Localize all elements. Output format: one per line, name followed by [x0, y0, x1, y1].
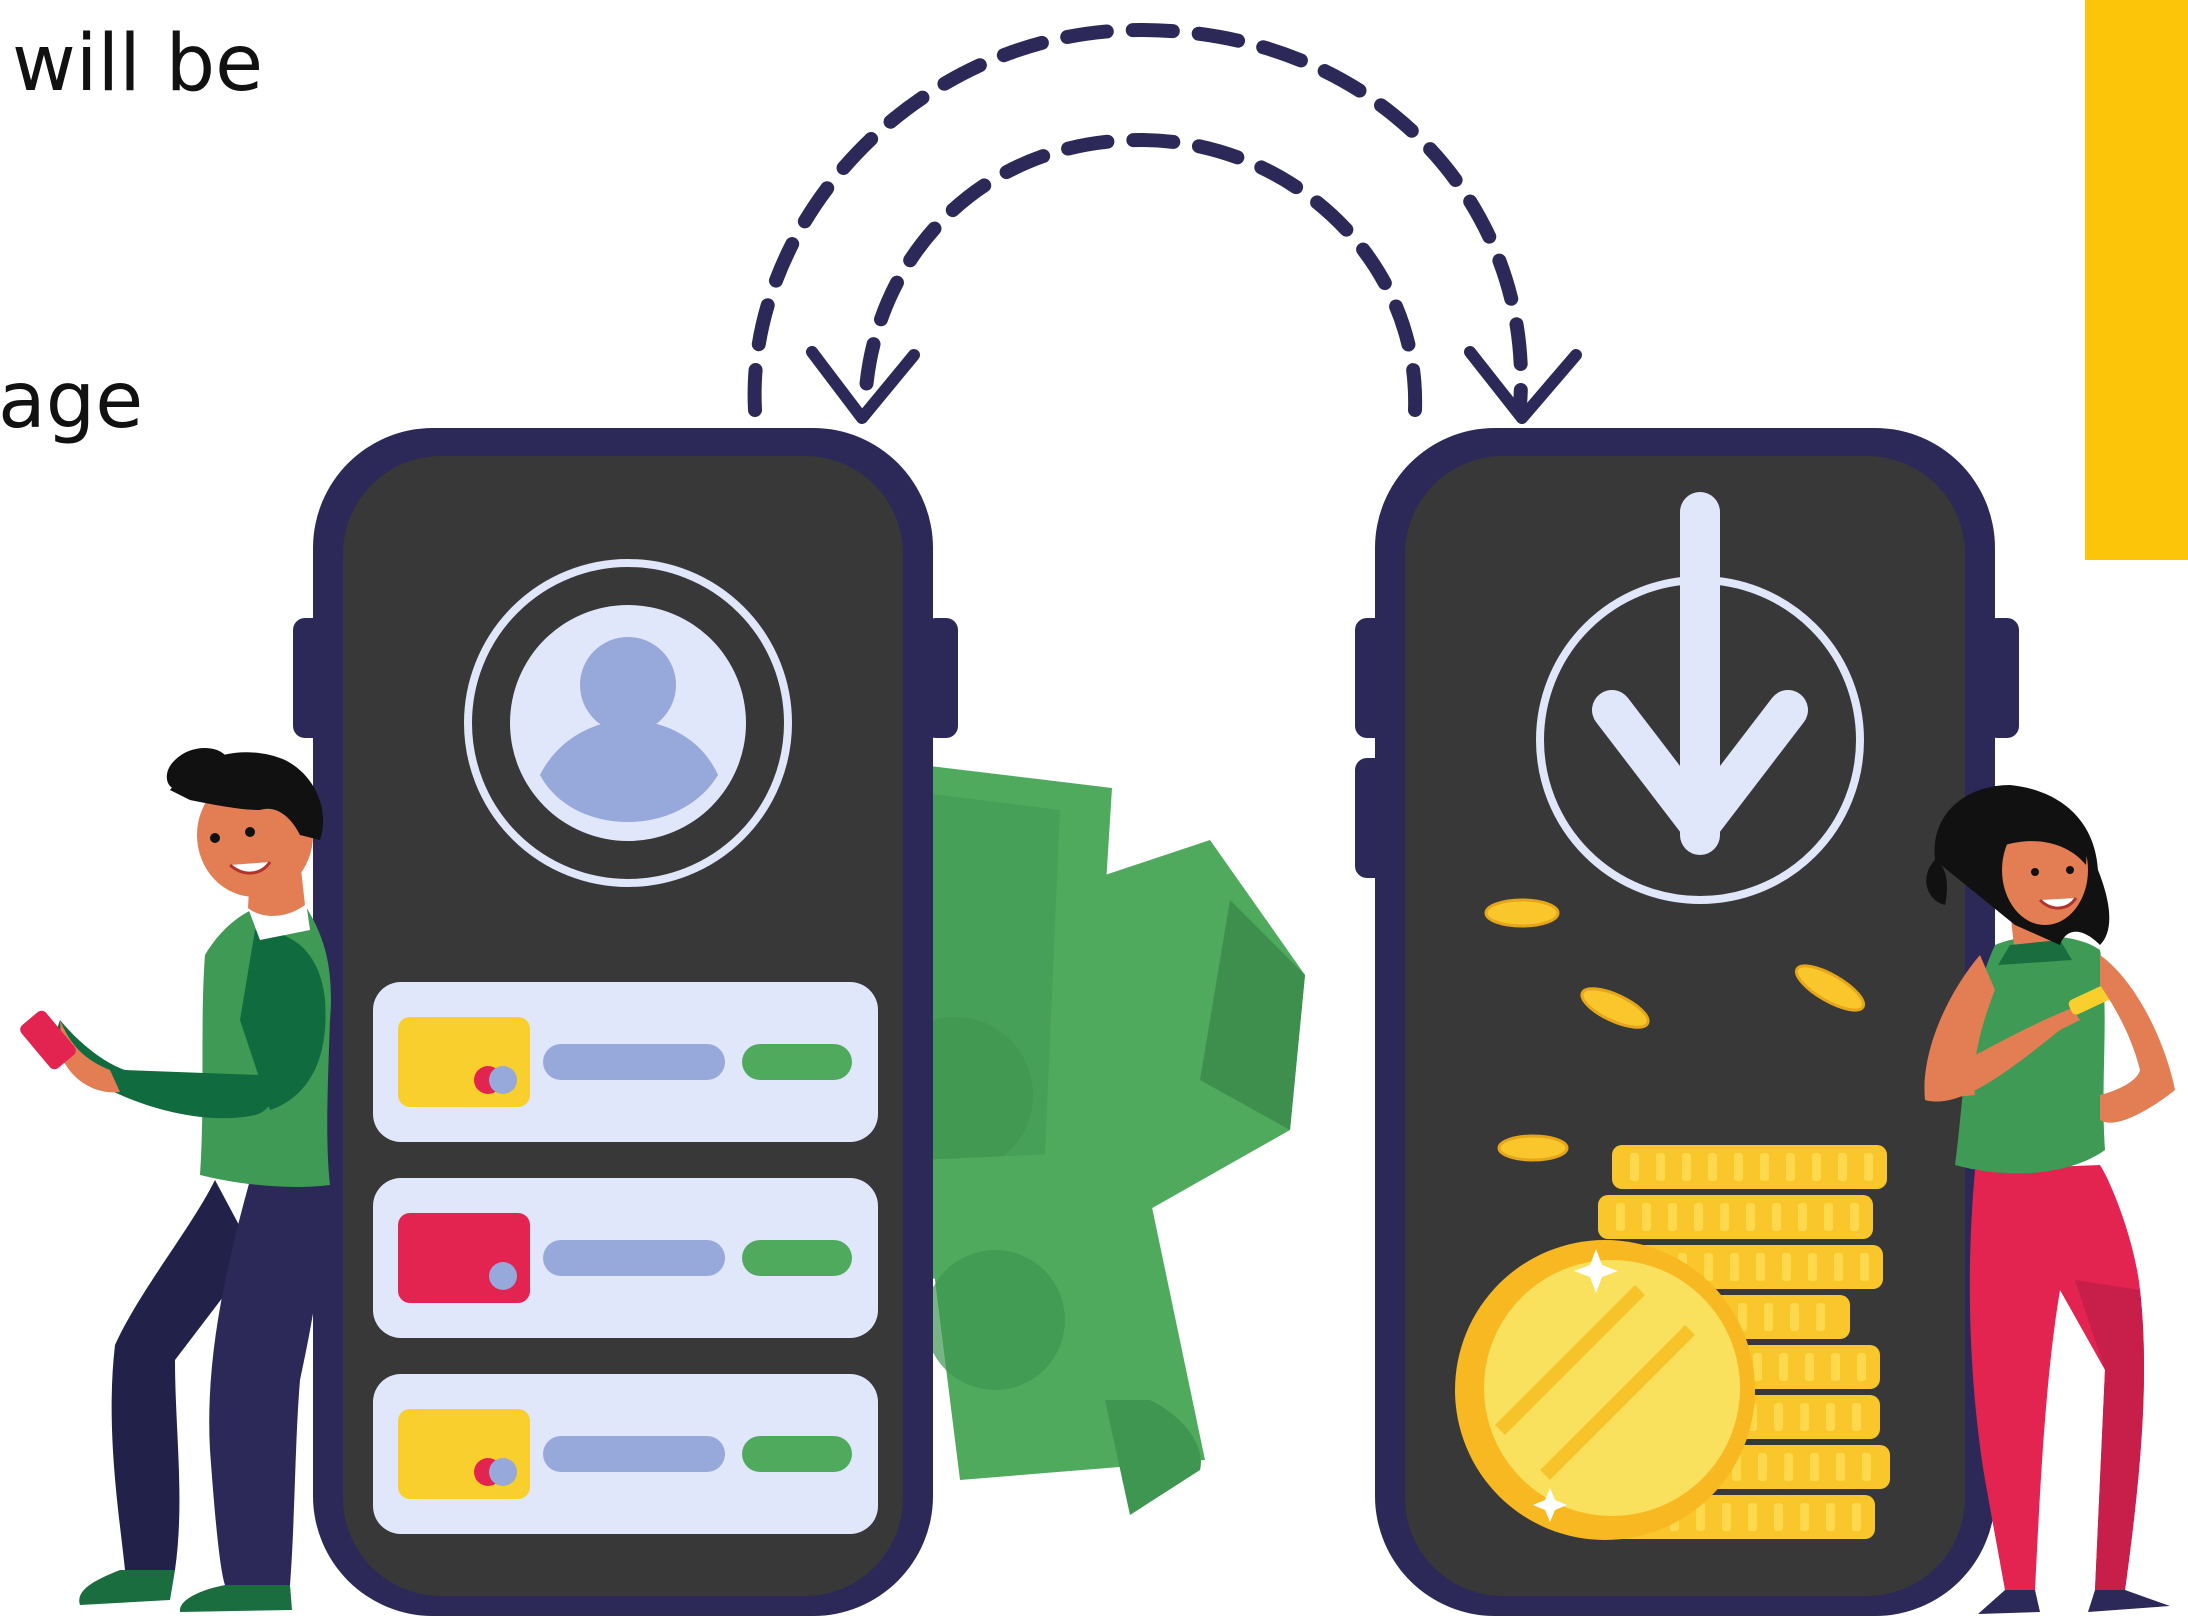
- right-phone: [1355, 428, 2019, 1616]
- card-amount-bar: [742, 1240, 852, 1276]
- credit-card-icon: [398, 1017, 530, 1107]
- payment-card-list: [373, 982, 878, 1534]
- cash-stack: [875, 760, 1305, 1515]
- inner-transfer-arrow: [858, 132, 1423, 417]
- credit-card-icon: [398, 1409, 530, 1499]
- money-transfer-illustration: [20, 22, 2175, 1616]
- transfer-arrows-icon: [747, 22, 1528, 417]
- big-gold-coin: [1455, 1240, 1755, 1540]
- card-amount-bar: [742, 1044, 852, 1080]
- card-amount-bar: [742, 1436, 852, 1472]
- man-with-phone-figure: [20, 748, 331, 1612]
- coin-stack-layer: [1612, 1145, 1887, 1189]
- payment-card-row: [373, 1178, 878, 1338]
- card-detail-bar: [543, 1044, 725, 1080]
- user-avatar-icon: [464, 559, 792, 887]
- payment-card-row: [373, 1374, 878, 1534]
- credit-card-icon: [398, 1213, 530, 1303]
- card-detail-bar: [543, 1436, 725, 1472]
- card-detail-bar: [543, 1240, 725, 1276]
- payment-card-row: [373, 982, 878, 1142]
- coin-stack-layer: [1598, 1195, 1873, 1239]
- left-phone: [293, 428, 958, 1616]
